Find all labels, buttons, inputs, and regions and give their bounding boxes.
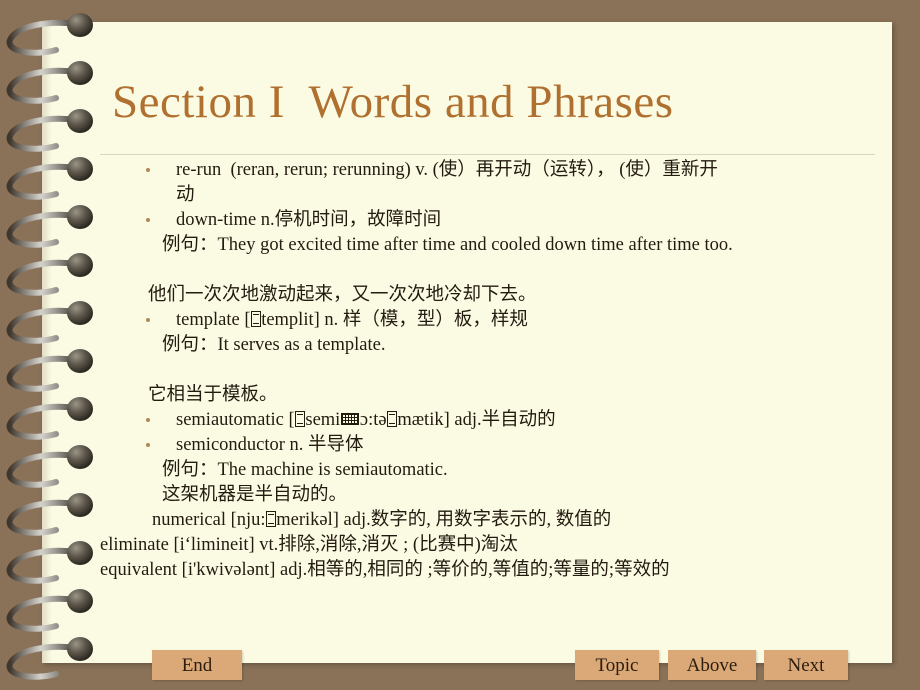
word-entry-line: numerical [nju: merikəl] adj.数字的, 用数字表示的,… — [100, 508, 890, 533]
next-button[interactable]: Next — [764, 650, 848, 680]
word-entry-line: 它相当于模板。 — [100, 383, 890, 408]
bullet-icon — [146, 318, 150, 322]
word-entry-text: 例句：It serves as a template. — [162, 335, 386, 355]
word-entry-line: semiautomatic [semi ɔ:tə mætik] adj.半自动的 — [100, 408, 890, 433]
missing-glyph-icon — [340, 413, 360, 425]
word-entry-text: 他们一次次地激动起来，又一次次地冷却下去。 — [148, 285, 537, 305]
word-entry-text: 这架机器是半自动的。 — [162, 485, 348, 505]
word-entry-text: 它相当于模板。 — [148, 385, 278, 405]
word-entry-line: template [templit] n. 样（模，型）板，样规 — [100, 308, 890, 333]
word-entry-line: eliminate [i‘limineit] vt.排除,消除,消灭 ; (比赛… — [100, 533, 890, 558]
word-entry-text: semiautomatic [semi ɔ:tə mætik] adj.半自动的 — [176, 410, 556, 430]
word-entry-line: down-time n.停机时间，故障时间 — [100, 208, 890, 233]
word-entry-line: 他们一次次地激动起来，又一次次地冷却下去。 — [100, 283, 890, 308]
missing-glyph-icon — [387, 411, 397, 427]
above-button[interactable]: Above — [668, 650, 756, 680]
word-entry-line: 动 — [100, 183, 890, 208]
word-list: re-run (reran, rerun; rerunning) v. (使）再… — [100, 158, 890, 583]
topic-button[interactable]: Topic — [575, 650, 659, 680]
slide-stage: Section I Words and Phrases re-run (rera… — [0, 0, 920, 690]
word-entry-text: re-run (reran, rerun; rerunning) v. (使）再… — [176, 160, 718, 180]
bullet-icon — [146, 168, 150, 172]
word-entry-line: 这架机器是半自动的。 — [100, 483, 890, 508]
end-button[interactable]: End — [152, 650, 242, 680]
word-entry-line: equivalent [i'kwivələnt] adj.相等的,相同的 ;等价… — [100, 558, 890, 583]
word-entry-text: numerical [nju: merikəl] adj.数字的, 用数字表示的,… — [152, 510, 612, 530]
word-entry-text: equivalent [i'kwivələnt] adj.相等的,相同的 ;等价… — [100, 560, 670, 580]
word-entry-line: 例句：They got excited time after time and … — [100, 233, 890, 258]
word-entry-text: eliminate [i‘limineit] vt.排除,消除,消灭 ; (比赛… — [100, 535, 518, 555]
word-entry-text: 动 — [176, 185, 195, 205]
bullet-icon — [146, 218, 150, 222]
word-entry-text: template [templit] n. 样（模，型）板，样规 — [176, 310, 528, 330]
missing-glyph-icon — [266, 511, 276, 527]
word-entry-line: re-run (reran, rerun; rerunning) v. (使）再… — [100, 158, 890, 183]
missing-glyph-icon — [295, 411, 305, 427]
word-entry-text: 例句：The machine is semiautomatic. — [162, 460, 448, 480]
bullet-icon — [146, 443, 150, 447]
bullet-icon — [146, 418, 150, 422]
word-entry-text: semiconductor n. 半导体 — [176, 435, 364, 455]
word-entry-line: 例句：It serves as a template. — [100, 333, 890, 358]
word-entry-text: down-time n.停机时间，故障时间 — [176, 210, 442, 230]
notebook-page: Section I Words and Phrases re-run (rera… — [42, 22, 892, 680]
page-title: Section I Words and Phrases — [112, 76, 674, 128]
word-entry-line: 例句：The machine is semiautomatic. — [100, 458, 890, 483]
word-entry-line: semiconductor n. 半导体 — [100, 433, 890, 458]
missing-glyph-icon — [251, 311, 261, 327]
title-divider — [100, 154, 875, 155]
word-entry-text: 例句：They got excited time after time and … — [162, 235, 733, 255]
line-spacer — [100, 258, 890, 283]
line-spacer — [100, 358, 890, 383]
